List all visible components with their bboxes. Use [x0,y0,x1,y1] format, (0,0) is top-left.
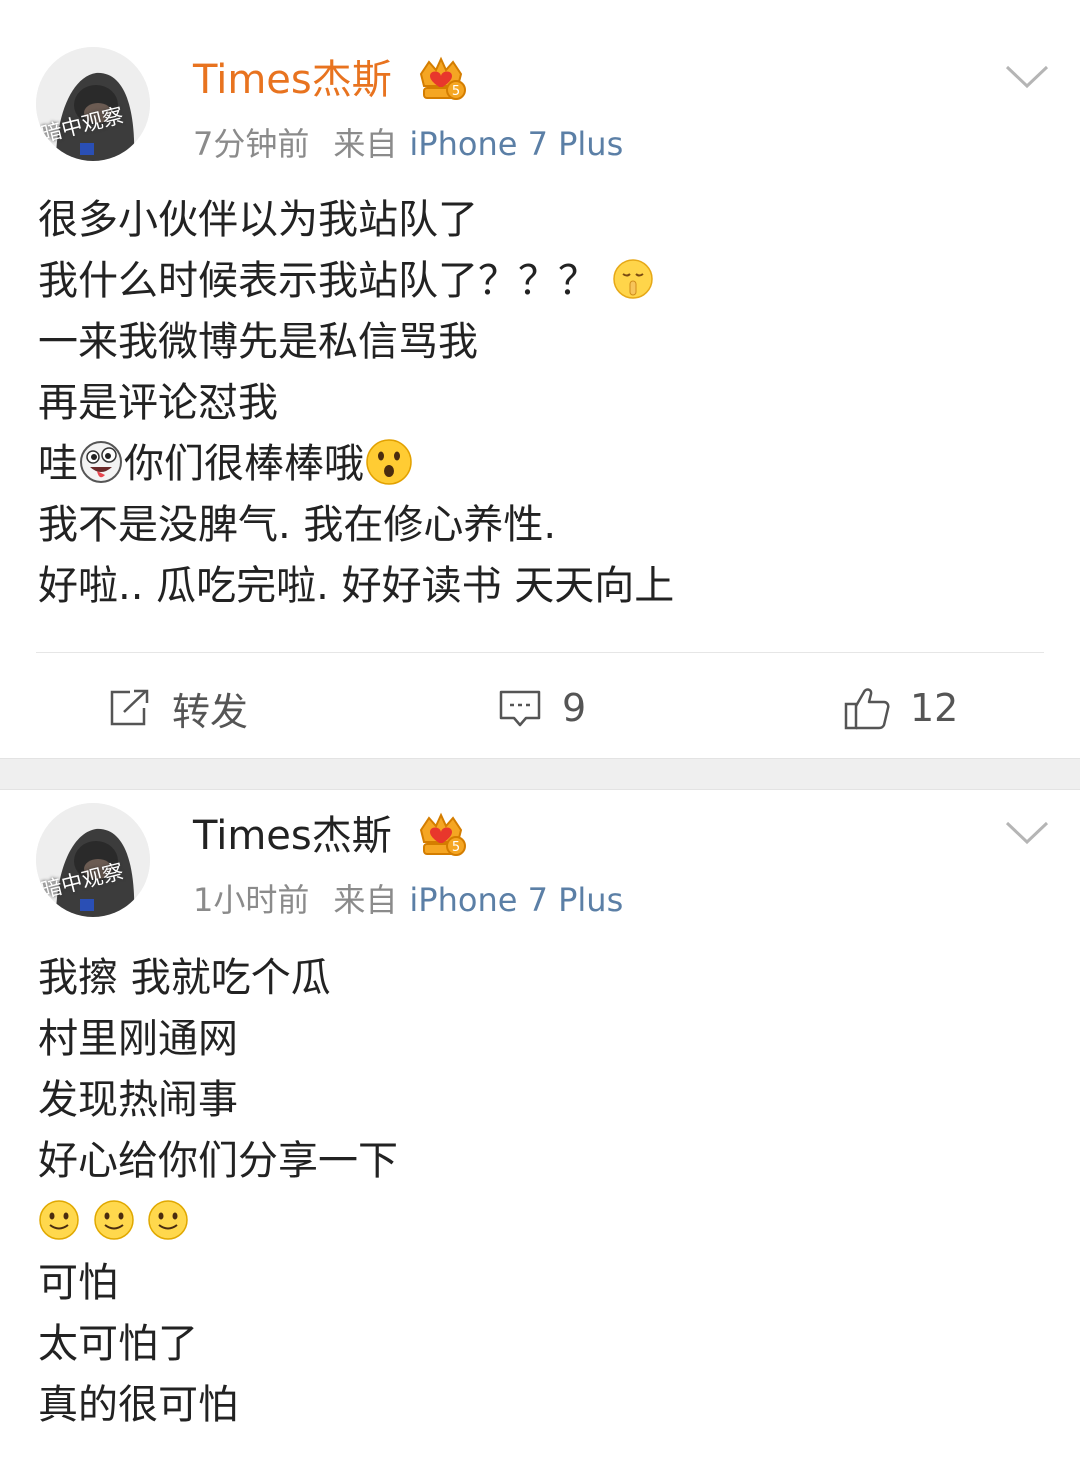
post-source[interactable]: iPhone 7 Plus [409,881,623,919]
crazy-face-emoji [80,441,122,483]
avatar[interactable]: 暗中观察 [36,803,150,917]
post-source[interactable]: iPhone 7 Plus [409,125,623,163]
avatar[interactable]: 暗中观察 [36,47,150,161]
post-line-text: 我什么时候表示我站队了？？？ [38,258,598,304]
chevron-down-icon[interactable] [1004,820,1050,846]
like-icon [844,688,890,730]
post-line: 我什么时候表示我站队了？？？ [38,251,1048,312]
post-line-text: 你们很棒棒哦 [124,441,364,487]
post-line: 再是评论怼我 [38,380,278,426]
smile-emoji [148,1200,189,1240]
like-count: 12 [910,686,959,730]
post-line-emojis [38,1192,1048,1253]
repost-icon [110,689,149,726]
post-line: 一来我微博先是私信骂我 [38,319,478,365]
source-prefix: 来自 [333,881,398,919]
post-body: 我擦 我就吃个瓜 村里刚通网 发现热闹事 好心给你们分享一下 可怕 太可怕了 真… [38,948,1048,1436]
repost-button[interactable]: 转发 [108,680,248,736]
smile-emoji [39,1200,79,1240]
divider [36,652,1044,653]
post-line: 可怕 [38,1260,118,1306]
shush-emoji [612,259,653,299]
svg-text:5: 5 [452,840,460,855]
post-meta: 1小时前 来自 iPhone 7 Plus [193,880,623,920]
post-line: 发现热闹事 [38,1077,238,1123]
post-line: 真的很可怕 [38,1382,238,1428]
post-line: 村里刚通网 [38,1016,238,1062]
post-body: 很多小伙伴以为我站队了 我什么时候表示我站队了？？？ 一来我微博先是私信骂我 再… [38,190,1048,617]
post-time: 1小时前 [193,881,310,919]
post-line: 我不是没脾气. 我在修心养性. [38,502,557,548]
post-line: 哇 你们很棒棒哦 [38,434,1048,495]
smile-emoji [93,1200,134,1240]
post-line: 好心给你们分享一下 [38,1138,398,1184]
weibo-post: 暗中观察 Times杰斯 5 1小时前 来自 iPhone 7 Plus 我擦 我就… [0,790,1080,1464]
post-separator [0,758,1080,790]
weibo-post: 暗中观察 Times杰斯 5 7分钟前 来自 iPhone 7 Plus 很多小伙伴… [0,0,1080,758]
surprised-face-emoji [366,439,412,485]
comment-count: 9 [562,686,587,730]
post-line: 好啦.. 瓜吃完啦. 好好读书 天天向上 [38,563,675,609]
username[interactable]: Times杰斯 [193,812,392,860]
post-line: 很多小伙伴以为我站队了 [38,197,478,243]
source-prefix: 来自 [333,125,398,163]
chevron-down-icon[interactable] [1004,64,1050,90]
verified-crown-badge-icon: 5 [419,812,466,856]
post-meta: 7分钟前 来自 iPhone 7 Plus [193,124,623,164]
repost-label: 转发 [172,689,249,734]
svg-text:5: 5 [452,84,460,99]
like-button[interactable]: 12 [844,680,958,736]
comment-icon [499,690,541,727]
post-line-text: 哇 [38,441,78,487]
comment-button[interactable]: 9 [498,680,586,736]
post-line: 太可怕了 [38,1321,198,1367]
username[interactable]: Times杰斯 [193,56,392,104]
post-time: 7分钟前 [193,125,310,163]
post-line: 我擦 我就吃个瓜 [38,955,331,1001]
verified-crown-badge-icon: 5 [419,56,466,100]
